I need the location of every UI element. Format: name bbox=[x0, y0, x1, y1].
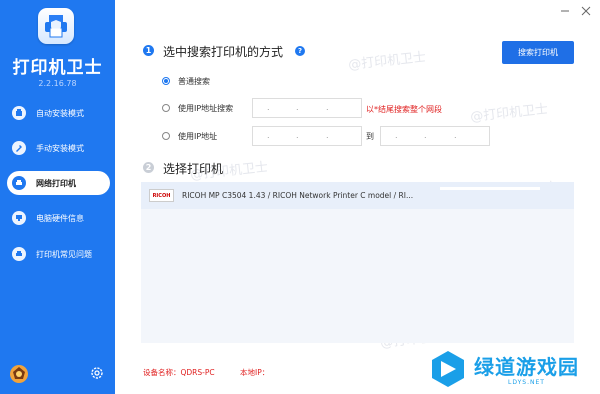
sidebar-item-auto-install[interactable]: 自动安装模式 bbox=[7, 101, 110, 125]
printer-row[interactable]: RICOH RICOH MP C3504 1.43 / RICOH Networ… bbox=[141, 182, 574, 209]
minimize-icon[interactable] bbox=[560, 6, 570, 16]
device-name-label: 设备名称：QDRS-PC bbox=[143, 368, 215, 377]
printer-list: RICOH RICOH MP C3504 1.43 / RICOH Networ… bbox=[141, 182, 574, 343]
range-to-label: 到 bbox=[366, 132, 374, 141]
manual-install-icon bbox=[12, 141, 26, 155]
search-printer-button[interactable]: 搜索打印机 bbox=[502, 41, 574, 64]
help-icon[interactable]: ? bbox=[295, 46, 305, 56]
app-window: 打印机卫士 2.2.16.78 自动安装模式 手动安装模式 网络打印机 电脑硬件… bbox=[0, 0, 600, 394]
app-logo bbox=[38, 8, 74, 44]
radio-ip-search[interactable] bbox=[162, 104, 170, 112]
radio-label: 使用IP地址搜索 bbox=[178, 104, 234, 113]
section-title-search-method: 选中搜索打印机的方式 bbox=[163, 45, 284, 59]
auto-install-icon bbox=[12, 106, 26, 120]
app-version: 2.2.16.78 bbox=[38, 79, 77, 88]
ip-range-start-input[interactable]: . . . bbox=[252, 126, 362, 146]
ip-search-tip: 以*结尾搜索整个网段 bbox=[366, 105, 442, 114]
printer-name: RICOH MP C3504 1.43 / RICOH Network Prin… bbox=[182, 191, 414, 200]
ricoh-logo: RICOH bbox=[149, 189, 174, 202]
brand-watermark: 绿道游戏园 LDYS.NET bbox=[428, 349, 578, 393]
brand-text: 绿道游戏园 bbox=[474, 355, 579, 379]
sidebar-item-label: 电脑硬件信息 bbox=[36, 213, 84, 223]
radio-ip-range[interactable] bbox=[162, 132, 170, 140]
ip-search-input[interactable]: . . . bbox=[252, 98, 362, 118]
sidebar-item-printer-faq[interactable]: 打印机常见问题 bbox=[7, 242, 110, 266]
radio-normal-search[interactable] bbox=[162, 77, 170, 85]
app-name: 打印机卫士 bbox=[12, 58, 103, 78]
brand-logo-icon bbox=[432, 351, 464, 387]
sidebar-item-label: 打印机常见问题 bbox=[36, 249, 92, 259]
sidebar: 打印机卫士 2.2.16.78 自动安装模式 手动安装模式 网络打印机 电脑硬件… bbox=[0, 0, 115, 394]
radio-label: 使用IP地址 bbox=[178, 132, 218, 141]
printer-faq-icon bbox=[12, 247, 26, 261]
sidebar-item-network-printer[interactable]: 网络打印机 bbox=[7, 171, 110, 195]
sidebar-item-label: 手动安装模式 bbox=[36, 143, 84, 153]
sidebar-item-label: 自动安装模式 bbox=[36, 108, 84, 118]
sidebar-item-manual-install[interactable]: 手动安装模式 bbox=[7, 136, 110, 160]
sidebar-item-label: 网络打印机 bbox=[36, 178, 76, 188]
sidebar-item-hardware-info[interactable]: 电脑硬件信息 bbox=[7, 206, 110, 230]
local-ip-label: 本地IP： bbox=[240, 368, 270, 377]
section-title-select-printer: 选择打印机 bbox=[163, 162, 224, 176]
close-icon[interactable] bbox=[581, 6, 591, 16]
step-number-1: 1 bbox=[143, 45, 154, 56]
step-number-2: 2 bbox=[143, 162, 154, 173]
ip-range-end-input[interactable]: . . . bbox=[380, 126, 490, 146]
watermark: @打印机卫士 bbox=[347, 49, 427, 74]
brand-subtext: LDYS.NET bbox=[508, 379, 545, 386]
row-highlight-bar bbox=[440, 187, 540, 190]
watermark: @打印机卫士 bbox=[469, 101, 549, 126]
settings-gear-icon[interactable] bbox=[90, 366, 104, 380]
radio-label: 普通搜索 bbox=[178, 77, 210, 86]
user-avatar-icon[interactable] bbox=[9, 364, 29, 384]
network-printer-icon bbox=[12, 176, 26, 190]
hardware-info-icon bbox=[12, 211, 26, 225]
